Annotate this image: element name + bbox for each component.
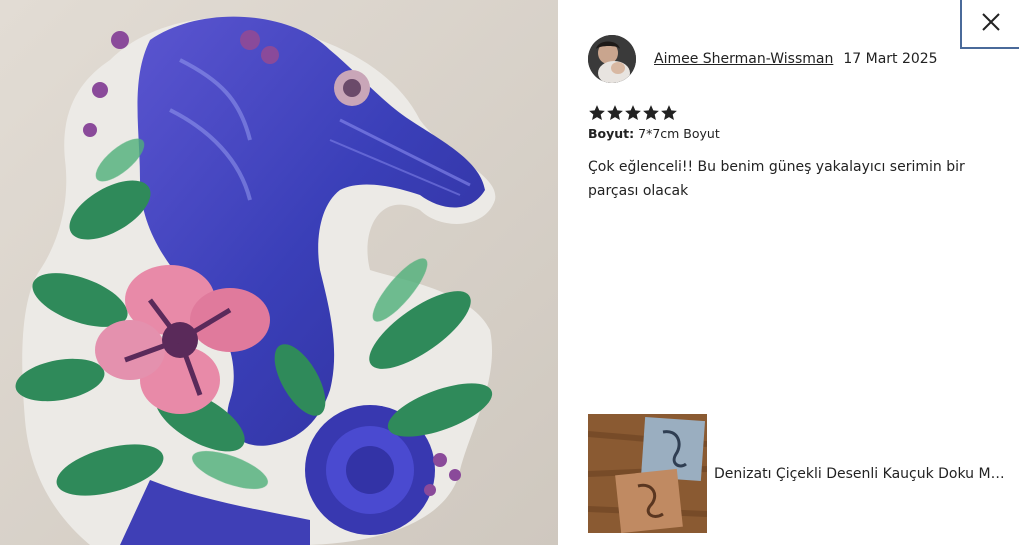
variation-label: Boyut: bbox=[588, 126, 635, 141]
star-rating bbox=[588, 103, 1008, 123]
variation-value: 7*7cm Boyut bbox=[638, 126, 720, 141]
review-text: Çok eğlenceli!! Bu benim güneş yakalayıc… bbox=[588, 159, 965, 199]
review-date: 17 Mart 2025 bbox=[843, 51, 938, 67]
review-details: Aimee Sherman-Wissman 17 Mart 2025 Boyut… bbox=[588, 35, 1008, 203]
star-icon bbox=[624, 104, 642, 122]
star-icon bbox=[588, 104, 606, 122]
reviewer-avatar[interactable] bbox=[588, 35, 636, 83]
review-variation: Boyut: 7*7cm Boyut bbox=[588, 126, 1008, 141]
product-thumbnail[interactable] bbox=[588, 414, 707, 533]
star-icon bbox=[660, 104, 678, 122]
close-icon bbox=[981, 12, 1001, 36]
reviewer-row: Aimee Sherman-Wissman 17 Mart 2025 bbox=[588, 35, 1008, 83]
reviewer-name-link[interactable]: Aimee Sherman-Wissman bbox=[654, 51, 833, 67]
purchased-product-link[interactable]: Denizatı Çiçekli Desenli Kauçuk Doku Mat… bbox=[588, 414, 1013, 533]
review-modal: Aimee Sherman-Wissman 17 Mart 2025 Boyut… bbox=[0, 0, 1019, 545]
star-icon bbox=[606, 104, 624, 122]
product-title[interactable]: Denizatı Çiçekli Desenli Kauçuk Doku Mat… bbox=[714, 466, 1009, 482]
star-icon bbox=[642, 104, 660, 122]
review-photo bbox=[0, 0, 558, 545]
